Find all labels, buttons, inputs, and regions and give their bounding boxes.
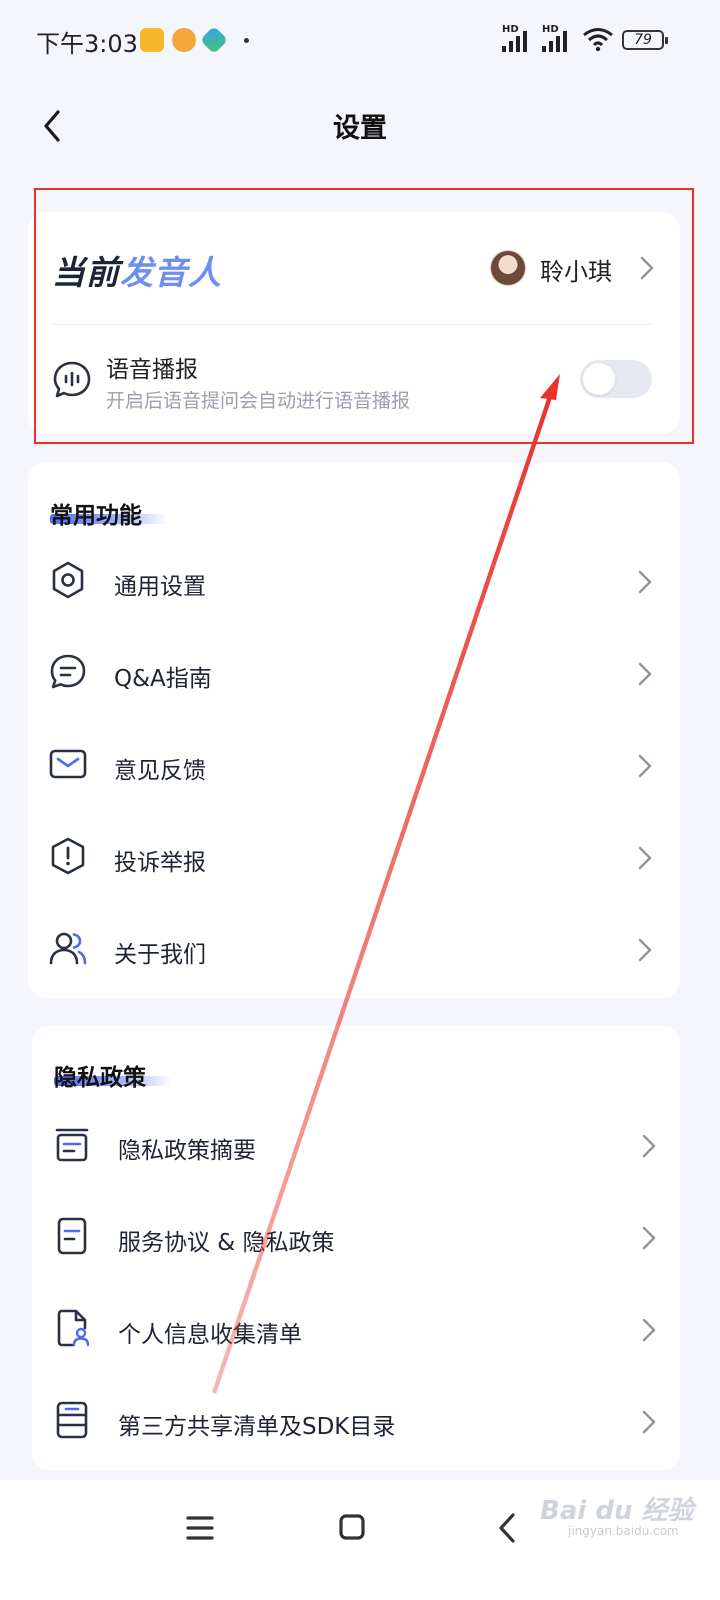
gear-icon	[52, 561, 84, 599]
menu-label: 隐私政策摘要	[118, 1138, 256, 1164]
menu-item-third-party-sdk[interactable]: 第三方共享清单及SDK目录	[32, 1378, 684, 1470]
menu-icon[interactable]	[178, 1506, 222, 1550]
header: 设置	[0, 80, 720, 184]
app-notification-icon	[199, 25, 229, 55]
chevron-right-icon	[642, 1318, 656, 1342]
watermark-url: jingyan.baidu.com	[568, 1524, 679, 1538]
back-nav-icon[interactable]	[486, 1506, 530, 1550]
menu-item-service-agreement[interactable]: 服务协议 & 隐私政策	[32, 1194, 684, 1286]
voice-broadcast-toggle[interactable]	[580, 360, 652, 398]
page-title: 设置	[333, 113, 387, 144]
menu-item-general-settings[interactable]: 通用设置	[28, 538, 680, 630]
alert-shield-icon	[51, 837, 85, 875]
privacy-policy-card: 隐私政策 隐私政策摘要 服务协议 & 隐私政策 个人信息收集清单 第三方共享清单…	[32, 1026, 680, 1470]
menu-label: 意见反馈	[114, 758, 206, 784]
chevron-right-icon	[638, 662, 652, 686]
divider	[52, 324, 652, 325]
wifi-icon	[583, 28, 613, 52]
chevron-right-icon	[638, 754, 652, 778]
menu-item-about-us[interactable]: 关于我们	[28, 906, 680, 998]
chevron-right-icon	[642, 1226, 656, 1250]
menu-label: 关于我们	[114, 942, 206, 968]
home-icon[interactable]	[330, 1506, 374, 1550]
chevron-right-icon	[640, 256, 654, 280]
current-speaker-title: 当前发音人	[52, 246, 222, 294]
chevron-right-icon	[638, 938, 652, 962]
chat-bubble-icon	[50, 654, 86, 689]
database-icon	[56, 1401, 88, 1439]
system-nav-bar: Bai du 经验 jingyan.baidu.com	[0, 1480, 720, 1600]
personal-file-icon	[57, 1309, 90, 1347]
chevron-right-icon	[642, 1410, 656, 1434]
mail-icon	[49, 749, 87, 779]
weibo-icon	[172, 28, 196, 52]
menu-label: 服务协议 & 隐私政策	[118, 1230, 335, 1256]
menu-label: Q&A指南	[114, 666, 212, 692]
signal-icon-2	[542, 31, 567, 52]
voice-broadcast-description: 开启后语音提问会自动进行语音播报	[106, 390, 411, 412]
current-speaker-row[interactable]: 当前发音人 聆小琪	[28, 212, 680, 324]
section-title-common: 常用功能	[50, 503, 142, 529]
more-notifications-dot	[244, 38, 249, 43]
menu-label: 投诉举报	[114, 850, 206, 876]
toggle-knob	[583, 363, 615, 395]
chevron-right-icon	[638, 570, 652, 594]
status-time: 下午3:03	[36, 30, 138, 58]
speaker-name: 聆小琪	[540, 258, 612, 286]
menu-label: 通用设置	[114, 574, 206, 600]
speaker-avatar	[490, 250, 526, 286]
signal-icon-1	[502, 31, 527, 52]
watermark-text: Bai du 经验	[540, 1496, 694, 1526]
chevron-right-icon	[642, 1134, 656, 1158]
users-icon	[49, 932, 87, 965]
menu-item-personal-info-list[interactable]: 个人信息收集清单	[32, 1286, 684, 1378]
document-icon	[57, 1217, 87, 1255]
menu-label: 第三方共享清单及SDK目录	[118, 1414, 396, 1440]
voice-chat-icon	[53, 361, 91, 398]
chevron-right-icon	[638, 846, 652, 870]
common-functions-card: 常用功能 通用设置 Q&A指南 意见反馈 投诉举报 关于我们	[28, 462, 680, 998]
speaker-title-part1: 当前	[52, 253, 120, 292]
voice-broadcast-row: 语音播报 开启后语音提问会自动进行语音播报	[28, 326, 680, 434]
battery-indicator: 79	[622, 30, 668, 50]
notes-app-icon	[140, 28, 164, 52]
section-title-privacy: 隐私政策	[54, 1065, 146, 1091]
voice-broadcast-label: 语音播报	[106, 357, 198, 383]
menu-item-qa-guide[interactable]: Q&A指南	[28, 630, 680, 722]
menu-item-report[interactable]: 投诉举报	[28, 814, 680, 906]
menu-item-feedback[interactable]: 意见反馈	[28, 722, 680, 814]
menu-item-privacy-summary[interactable]: 隐私政策摘要	[32, 1102, 684, 1194]
summary-icon	[55, 1128, 89, 1162]
menu-label: 个人信息收集清单	[118, 1322, 302, 1348]
status-bar: 下午3:03 HD HD 79	[0, 0, 720, 80]
voice-settings-card: 当前发音人 聆小琪 语音播报 开启后语音提问会自动进行语音播报	[28, 212, 680, 434]
speaker-title-part2: 发音人	[120, 253, 222, 292]
